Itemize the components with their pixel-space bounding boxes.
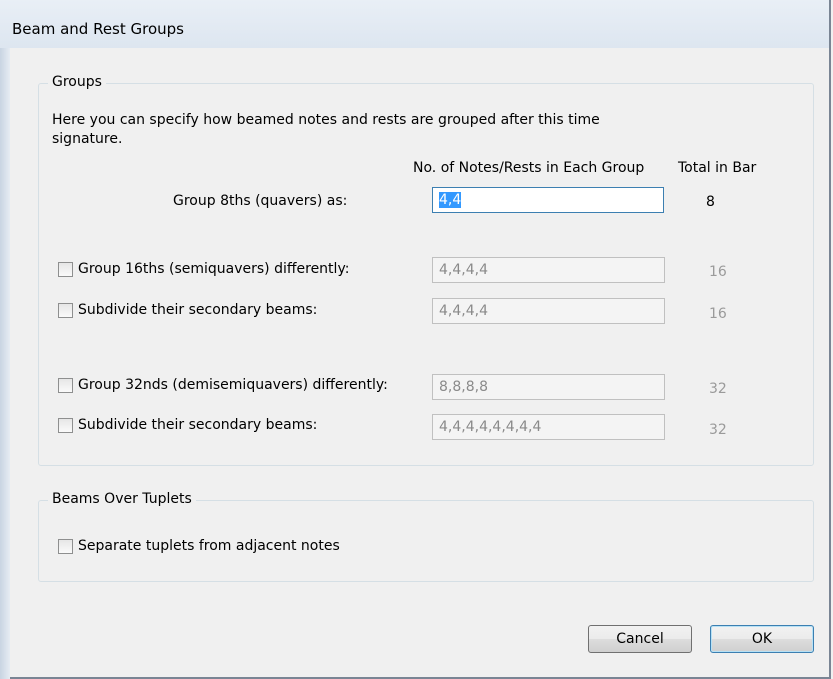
group-8ths-label: Group 8ths (quavers) as: <box>173 193 348 209</box>
separate-tuplets-checkbox[interactable] <box>58 539 73 554</box>
subdivide-16ths-input[interactable]: 4,4,4,4 <box>432 298 665 324</box>
subdivide-32nds-value: 4,4,4,4,4,4,4,4 <box>439 419 542 435</box>
cancel-button[interactable]: Cancel <box>588 625 692 653</box>
notes-column-header: No. of Notes/Rests in Each Group <box>413 160 645 176</box>
group-8ths-total: 8 <box>706 194 715 210</box>
subdivide-16ths-checkbox[interactable] <box>58 303 73 318</box>
subdivide-32nds-total: 32 <box>709 422 727 438</box>
separate-tuplets-label[interactable]: Separate tuplets from adjacent notes <box>78 538 340 554</box>
tuplets-legend: Beams Over Tuplets <box>48 491 196 507</box>
subdivide-16ths-value: 4,4,4,4 <box>439 303 488 319</box>
groups-legend: Groups <box>48 74 106 90</box>
group-16ths-value: 4,4,4,4 <box>439 262 488 278</box>
group-32nds-value: 8,8,8,8 <box>439 379 488 395</box>
window-left-edge <box>0 48 10 679</box>
ok-button[interactable]: OK <box>710 625 814 653</box>
total-column-header: Total in Bar <box>678 160 757 176</box>
group-32nds-checkbox[interactable] <box>58 378 73 393</box>
subdivide-16ths-total: 16 <box>709 306 727 322</box>
group-16ths-input[interactable]: 4,4,4,4 <box>432 257 665 283</box>
groups-description-line2: signature. <box>52 131 123 147</box>
subdivide-32nds-label[interactable]: Subdivide their secondary beams: <box>78 417 317 433</box>
groups-description-line1: Here you can specify how beamed notes an… <box>52 112 600 128</box>
title-bar[interactable]: Beam and Rest Groups <box>0 0 829 48</box>
window-title: Beam and Rest Groups <box>12 20 185 38</box>
group-32nds-input[interactable]: 8,8,8,8 <box>432 374 665 400</box>
group-16ths-label[interactable]: Group 16ths (semiquavers) differently: <box>78 261 349 277</box>
dialog-window: Beam and Rest Groups Groups Here you can… <box>0 0 831 679</box>
subdivide-32nds-checkbox[interactable] <box>58 418 73 433</box>
group-8ths-input[interactable]: 4,4 <box>432 187 664 213</box>
group-32nds-total: 32 <box>709 381 727 397</box>
subdivide-16ths-label[interactable]: Subdivide their secondary beams: <box>78 302 317 318</box>
subdivide-32nds-input[interactable]: 4,4,4,4,4,4,4,4 <box>432 414 665 440</box>
group-32nds-label[interactable]: Group 32nds (demisemiquavers) differentl… <box>78 377 388 393</box>
group-16ths-checkbox[interactable] <box>58 262 73 277</box>
group-8ths-value: 4,4 <box>439 192 462 208</box>
group-16ths-total: 16 <box>709 264 727 280</box>
